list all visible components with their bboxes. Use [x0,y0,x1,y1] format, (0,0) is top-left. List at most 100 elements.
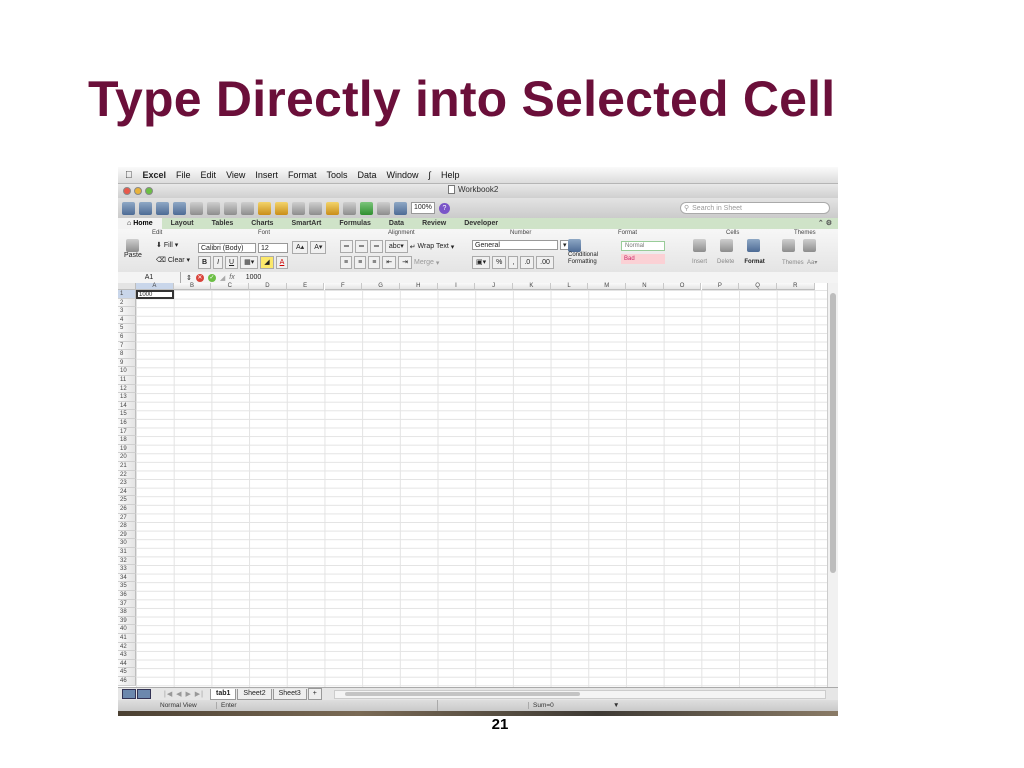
row-header-27[interactable]: 27 [118,513,136,523]
paste-icon[interactable] [241,201,254,215]
orientation-button[interactable]: abc▾ [384,240,408,253]
sort-icon[interactable] [326,201,339,215]
confirm-entry-icon[interactable]: ✓ [207,273,216,282]
column-header-h[interactable]: H [399,283,438,290]
sheet-nav-arrows[interactable]: |◀ ◀ ▶ ▶| [158,690,210,698]
font-size-select[interactable]: 12 [258,242,288,253]
font-color-button[interactable]: A [275,256,289,269]
row-header-14[interactable]: 14 [118,401,136,411]
row-header-19[interactable]: 19 [118,444,136,454]
open-icon[interactable] [156,201,169,215]
row-header-41[interactable]: 41 [118,634,136,643]
delete-button[interactable]: Delete [717,259,734,265]
row-header-31[interactable]: 31 [118,548,136,557]
row-header-2[interactable]: 2 [118,298,136,308]
column-header-r[interactable]: R [776,283,815,290]
style-normal-swatch[interactable]: Normal [621,241,665,251]
menu-help[interactable]: Help [441,170,460,180]
row-header-20[interactable]: 20 [118,453,136,462]
row-header-44[interactable]: 44 [118,659,136,669]
row-header-10[interactable]: 10 [118,367,136,376]
column-header-a[interactable]: A [136,283,174,290]
gallery-icon[interactable] [360,201,373,215]
sheet-tab-sheet3[interactable]: Sheet3 [272,688,307,700]
menu-app-name[interactable]: Excel [143,170,167,180]
row-header-15[interactable]: 15 [118,410,136,419]
row-header-30[interactable]: 30 [118,539,136,548]
row-header-9[interactable]: 9 [118,358,136,368]
align-left-button[interactable]: ≡ [340,256,353,269]
menu-tools[interactable]: Tools [326,170,347,180]
normal-view-button[interactable] [122,689,136,699]
menu-format[interactable]: Format [288,170,317,180]
tab-tables[interactable]: Tables [203,218,243,229]
row-header-33[interactable]: 33 [118,565,136,574]
minimize-window-button[interactable] [134,187,142,195]
row-header-4[interactable]: 4 [118,315,136,325]
row-header-1[interactable]: 1 [118,290,136,299]
theme-colors-icon[interactable] [803,239,816,252]
toolbox-icon[interactable] [377,201,390,215]
vertical-scrollbar[interactable] [827,283,838,687]
page-layout-view-button[interactable] [137,689,151,699]
select-all-corner[interactable] [118,283,136,290]
fill-color-button[interactable]: ◢ [260,256,274,269]
clear-button[interactable]: ⌫ Clear ▾ [156,256,190,265]
style-bad-swatch[interactable]: Bad [621,254,665,264]
sheet-tab-sheet2[interactable]: Sheet2 [237,688,272,700]
horizontal-scrollbar[interactable] [333,689,826,699]
column-header-i[interactable]: I [437,283,476,290]
zoom-select[interactable]: 100% [411,202,435,214]
vertical-scroll-thumb[interactable] [830,293,836,573]
format-cells-icon[interactable] [747,239,760,252]
row-header-18[interactable]: 18 [118,436,136,445]
zoom-window-button[interactable] [145,187,153,195]
paste-button[interactable]: Paste [124,239,142,259]
align-center-button[interactable]: ≡ [354,256,367,269]
decrease-indent-button[interactable]: ⇤ [382,256,397,269]
row-header-26[interactable]: 26 [118,505,136,514]
templates-icon[interactable] [139,201,152,215]
script-menu-icon[interactable]: ∫ [429,170,431,180]
new-workbook-icon[interactable] [122,201,135,215]
tab-charts[interactable]: Charts [242,218,282,229]
row-header-16[interactable]: 16 [118,419,136,428]
align-top-button[interactable]: ═ [340,240,353,253]
media-browser-icon[interactable] [394,201,407,215]
ribbon-collapse-icon[interactable]: ⌃ ⚙ [818,218,838,229]
row-header-25[interactable]: 25 [118,496,136,505]
menu-file[interactable]: File [176,170,191,180]
row-header-35[interactable]: 35 [118,582,136,591]
tab-home[interactable]: ⌂ Home [118,218,162,229]
status-sum[interactable]: Sum=0 [528,702,613,709]
align-middle-button[interactable]: ═ [354,240,368,253]
fill-button[interactable]: ⬇ Fill ▾ [156,241,178,250]
row-header-8[interactable]: 8 [118,350,136,359]
row-header-40[interactable]: 40 [118,625,136,634]
number-format-select[interactable]: General ▾ [472,240,570,250]
column-header-e[interactable]: E [286,283,325,290]
comma-button[interactable]: , [508,256,519,269]
name-box[interactable]: A1 [118,272,181,283]
conditional-formatting-button[interactable]: Conditional Formatting [568,239,614,266]
increase-indent-button[interactable]: ⇥ [398,256,413,269]
themes-icon[interactable] [782,239,795,252]
row-header-5[interactable]: 5 [118,324,136,333]
formula-input[interactable]: 1000 [240,274,262,281]
horizontal-scroll-thumb[interactable] [344,691,580,696]
align-right-button[interactable]: ≡ [368,256,381,269]
sheet-tab-tab1[interactable]: tab1 [210,688,237,700]
tab-smartart[interactable]: SmartArt [282,218,330,229]
cancel-entry-icon[interactable]: ✕ [195,273,204,282]
insert-button[interactable]: Insert [692,259,707,265]
autosum-icon[interactable] [309,201,322,215]
status-sum-dropdown-icon[interactable]: ▼ [613,702,633,709]
column-header-d[interactable]: D [249,283,287,290]
align-bottom-button[interactable]: ═ [369,240,383,253]
decrease-decimal-button[interactable]: .00 [536,256,554,269]
shrink-font-button[interactable]: A▾ [310,241,327,254]
row-header-13[interactable]: 13 [118,393,136,402]
column-header-g[interactable]: G [362,283,400,290]
row-header-22[interactable]: 22 [118,470,136,480]
row-header-24[interactable]: 24 [118,487,136,497]
